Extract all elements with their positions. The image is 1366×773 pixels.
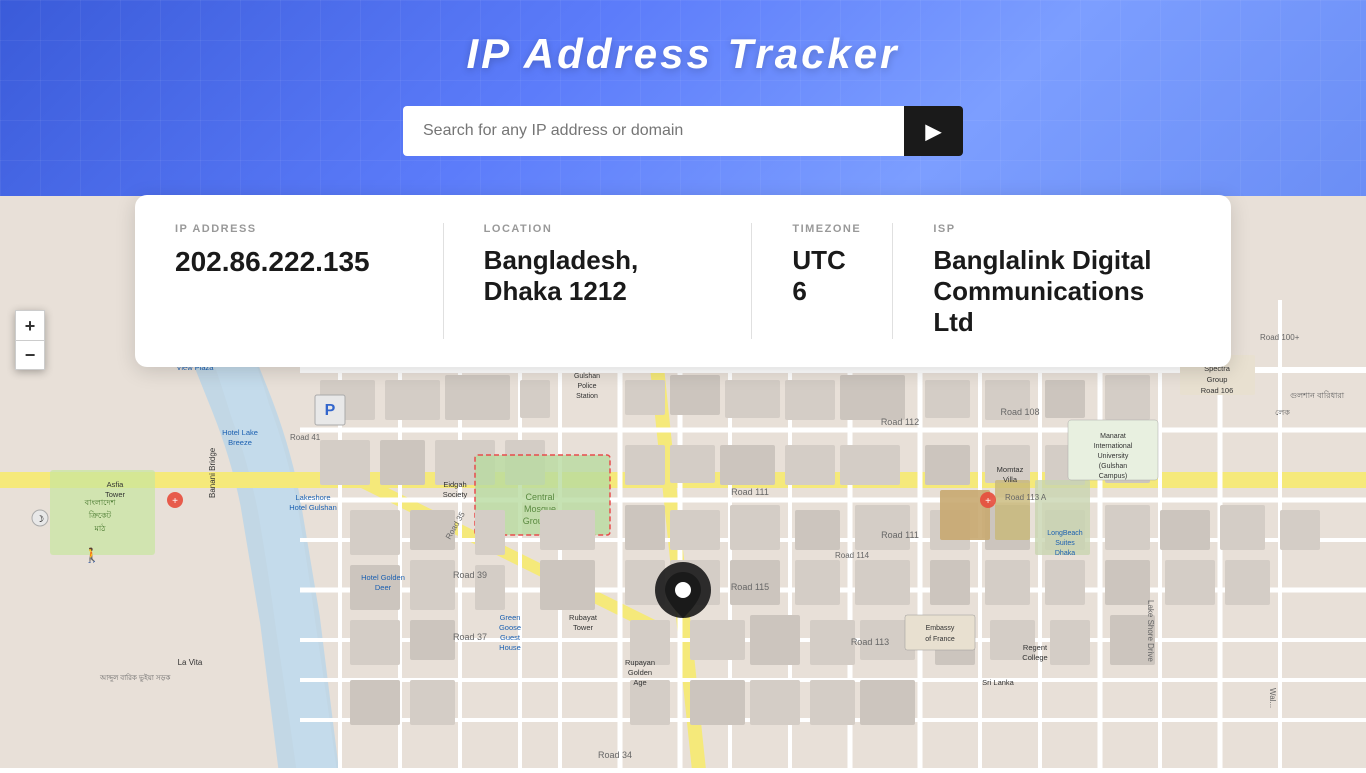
svg-text:Road 112: Road 112: [881, 417, 919, 427]
svg-text:Rupayan: Rupayan: [625, 658, 655, 667]
svg-text:Tower: Tower: [573, 623, 594, 632]
app-title: IP Address Tracker: [20, 30, 1346, 78]
svg-text:Police: Police: [577, 383, 596, 390]
svg-text:Dhaka: Dhaka: [1055, 550, 1075, 557]
svg-text:Road 113: Road 113: [851, 637, 889, 647]
zoom-out-button[interactable]: −: [15, 340, 45, 370]
svg-text:Road 111: Road 111: [731, 487, 769, 497]
divider-1: [443, 223, 444, 339]
svg-text:Manarat: Manarat: [1100, 433, 1126, 440]
location-value: Bangladesh, Dhaka 1212: [484, 245, 712, 307]
svg-text:Gulshan: Gulshan: [574, 373, 600, 380]
svg-text:LongBeach: LongBeach: [1047, 530, 1083, 537]
svg-text:International: International: [1094, 443, 1133, 450]
svg-text:Lakeshore: Lakeshore: [295, 493, 330, 502]
isp-section: ISP Banglalink Digital Communications Lt…: [903, 223, 1191, 339]
svg-text:College: College: [1022, 653, 1047, 662]
svg-text:Road 34: Road 34: [598, 750, 632, 760]
svg-text:+: +: [985, 496, 991, 507]
location-section: LOCATION Bangladesh, Dhaka 1212: [454, 223, 742, 307]
svg-text:Green: Green: [500, 613, 521, 622]
search-input[interactable]: [403, 106, 904, 156]
search-button[interactable]: ▶: [904, 106, 963, 156]
svg-text:লেক: লেক: [1275, 408, 1290, 417]
svg-text:Wal...: Wal...: [1268, 688, 1277, 708]
svg-text:Guest: Guest: [500, 633, 521, 642]
svg-text:of France: of France: [925, 636, 955, 643]
svg-text:Goose: Goose: [499, 623, 521, 632]
svg-text:Road 115: Road 115: [731, 582, 769, 592]
ip-label: IP ADDRESS: [175, 223, 403, 235]
zoom-in-button[interactable]: +: [15, 310, 45, 340]
svg-text:(Gulshan: (Gulshan: [1099, 463, 1128, 470]
svg-text:Road 41: Road 41: [290, 433, 321, 442]
svg-text:Group: Group: [1207, 375, 1228, 384]
isp-value: Banglalink Digital Communications Ltd: [933, 245, 1161, 339]
svg-text:Hotel Golden: Hotel Golden: [361, 573, 405, 582]
svg-text:Hotel Gulshan: Hotel Gulshan: [289, 503, 337, 512]
svg-text:Sri Lanka: Sri Lanka: [982, 678, 1015, 687]
svg-text:Embassy: Embassy: [926, 625, 955, 632]
svg-text:Momtaz: Momtaz: [997, 465, 1024, 474]
svg-text:ক্রিকেট: ক্রিকেট: [88, 510, 112, 520]
svg-text:Golden: Golden: [628, 668, 652, 677]
svg-text:University: University: [1098, 453, 1129, 460]
svg-text:Age: Age: [633, 678, 646, 687]
svg-text:Regent: Regent: [1023, 643, 1048, 652]
svg-text:P: P: [325, 402, 336, 419]
svg-text:Lake Shore Drive: Lake Shore Drive: [1146, 600, 1155, 662]
svg-text:House: House: [499, 643, 521, 652]
header-section: IP Address Tracker ▶: [0, 0, 1366, 196]
timezone-value: UTC 6: [792, 245, 852, 307]
svg-text:আব্দুল বারিক ভুইয়া সড়ক: আব্দুল বারিক ভুইয়া সড়ক: [99, 674, 170, 682]
ip-value: 202.86.222.135: [175, 245, 403, 279]
svg-text:Rubayat: Rubayat: [569, 613, 598, 622]
svg-text:Road 37: Road 37: [453, 632, 487, 642]
svg-text:Road 108: Road 108: [1000, 407, 1039, 417]
svg-text:La Vita: La Vita: [178, 658, 203, 667]
svg-text:Campus): Campus): [1099, 473, 1127, 480]
info-card: IP ADDRESS 202.86.222.135 LOCATION Bangl…: [135, 195, 1231, 367]
svg-text:Society: Society: [443, 490, 468, 499]
timezone-label: TIMEZONE: [792, 223, 852, 235]
location-label: LOCATION: [484, 223, 712, 235]
svg-text:Asfia: Asfia: [107, 480, 125, 489]
search-bar: ▶: [403, 106, 963, 156]
svg-text:Road 106: Road 106: [1201, 386, 1234, 395]
svg-text:বাংলাদেশ: বাংলাদেশ: [84, 498, 116, 507]
svg-text:Station: Station: [576, 393, 598, 400]
zoom-controls: + −: [15, 310, 45, 370]
svg-text:☽: ☽: [36, 514, 44, 524]
svg-text:Breeze: Breeze: [228, 438, 252, 447]
svg-text:Deer: Deer: [375, 583, 392, 592]
svg-text:Eidgah: Eidgah: [443, 480, 466, 489]
svg-text:গুলশান বারিধারা: গুলশান বারিধারা: [1290, 391, 1345, 400]
divider-3: [892, 223, 893, 339]
svg-text:Road 100+: Road 100+: [1260, 333, 1300, 342]
svg-text:Road 114: Road 114: [835, 551, 870, 560]
divider-2: [751, 223, 752, 339]
svg-text:Central: Central: [525, 492, 554, 502]
svg-text:Tower: Tower: [105, 490, 126, 499]
svg-text:মাঠ: মাঠ: [93, 523, 106, 533]
svg-text:Road 39: Road 39: [453, 570, 487, 580]
isp-label: ISP: [933, 223, 1161, 235]
svg-text:Banani Bridge: Banani Bridge: [208, 447, 217, 498]
svg-text:Road 111: Road 111: [881, 530, 919, 540]
svg-text:🚶: 🚶: [83, 547, 100, 564]
timezone-section: TIMEZONE UTC 6: [762, 223, 882, 307]
svg-text:+: +: [172, 496, 178, 507]
svg-text:Suites: Suites: [1055, 540, 1075, 547]
svg-text:Villa: Villa: [1003, 475, 1018, 484]
svg-text:Road 113 A: Road 113 A: [1005, 493, 1047, 502]
ip-section: IP ADDRESS 202.86.222.135: [175, 223, 433, 279]
svg-text:Hotel Lake: Hotel Lake: [222, 428, 258, 437]
